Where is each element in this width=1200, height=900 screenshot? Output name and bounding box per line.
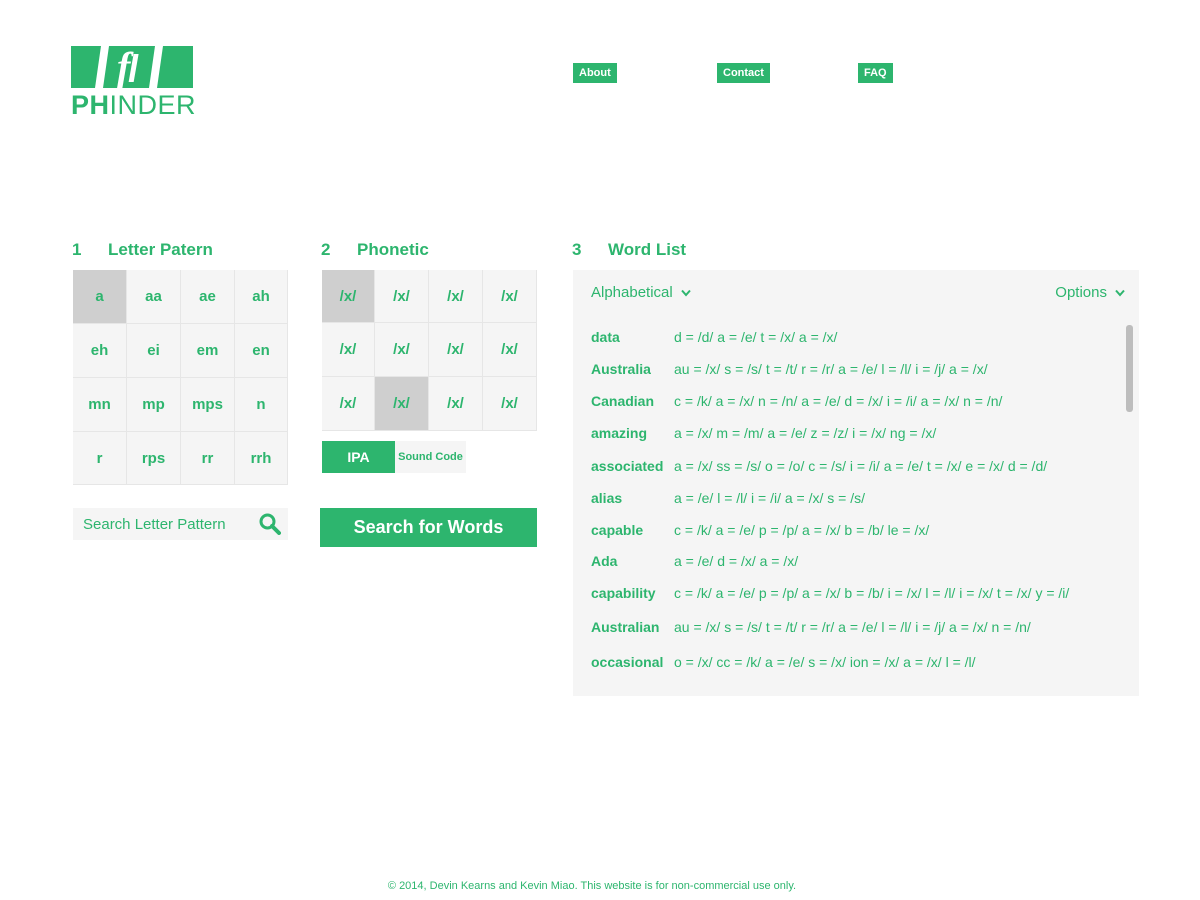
sort-dropdown[interactable]: Alphabetical xyxy=(591,284,691,301)
options-dropdown-label: Options xyxy=(1055,284,1107,301)
letter-pattern-cell[interactable]: en xyxy=(235,324,288,378)
nav-contact-button[interactable]: Contact xyxy=(717,63,770,83)
chevron-down-icon xyxy=(680,289,691,297)
word-name[interactable]: alias xyxy=(591,490,674,506)
word-name[interactable]: Canadian xyxy=(591,393,674,409)
word-name[interactable]: Australian xyxy=(591,619,674,635)
word-list-row[interactable]: occasional o = /x/ cc = /k/ a = /e/ s = /… xyxy=(591,652,976,672)
section-header-word-list: 3 Word List xyxy=(572,240,686,260)
word-name[interactable]: Ada xyxy=(591,553,674,569)
footer-copyright: © 2014, Devin Kearns and Kevin Miao. Thi… xyxy=(387,880,797,892)
nav-about-button[interactable]: About xyxy=(573,63,617,83)
ipa-toggle[interactable]: IPA xyxy=(322,441,395,473)
letter-pattern-search-input[interactable] xyxy=(73,508,253,540)
phonetic-cell[interactable]: /x/ xyxy=(375,270,429,323)
nav-faq-button[interactable]: FAQ xyxy=(858,63,893,83)
letter-pattern-cell[interactable]: a xyxy=(73,270,127,324)
phonetic-mapping: a = /e/ d = /x/ a = /x/ xyxy=(674,553,799,569)
word-list-panel: Alphabetical Options data d = /d/ a = /e/… xyxy=(573,270,1139,696)
letter-pattern-cell[interactable]: rrh xyxy=(235,432,288,485)
section-header-phonetic: 2 Phonetic xyxy=(321,240,429,260)
phonetic-mapping: c = /k/ a = /e/ p = /p/ a = /x/ b = /b/ … xyxy=(674,522,930,538)
phonetic-cell[interactable]: /x/ xyxy=(429,323,483,377)
section-number: 1 xyxy=(72,240,82,259)
phonetic-cell[interactable]: /x/ xyxy=(375,323,429,377)
phonetic-mapping: o = /x/ cc = /k/ a = /e/ s = /x/ ion = /… xyxy=(674,654,976,670)
letter-pattern-cell[interactable]: em xyxy=(181,324,235,378)
word-list-row[interactable]: Australian au = /x/ s = /s/ t = /t/ r = /… xyxy=(591,617,1031,637)
word-list-scrollbar[interactable] xyxy=(1126,325,1133,412)
logo-mark-icon: f xyxy=(71,46,193,88)
phonetic-cell[interactable]: /x/ xyxy=(322,377,375,431)
letter-pattern-cell[interactable]: aa xyxy=(127,270,181,324)
phonetic-mapping: d = /d/ a = /e/ t = /x/ a = /x/ xyxy=(674,329,838,345)
phonetic-cell[interactable]: /x/ xyxy=(483,270,537,323)
word-list-row[interactable]: associated a = /x/ ss = /s/ o = /o/ c = /… xyxy=(591,456,1047,476)
letter-pattern-search xyxy=(73,508,288,540)
phonetic-grid: /x//x//x//x//x//x//x//x//x//x//x//x/ xyxy=(322,270,537,431)
chevron-down-icon xyxy=(1115,289,1125,297)
word-list-row[interactable]: Ada a = /e/ d = /x/ a = /x/ xyxy=(591,551,798,571)
word-name[interactable]: capability xyxy=(591,585,674,601)
phonetic-cell[interactable]: /x/ xyxy=(429,270,483,323)
letter-pattern-cell[interactable]: r xyxy=(73,432,127,485)
word-name[interactable]: data xyxy=(591,329,674,345)
letter-pattern-cell[interactable]: ei xyxy=(127,324,181,378)
phonetic-cell[interactable]: /x/ xyxy=(322,270,375,323)
word-list-row[interactable]: data d = /d/ a = /e/ t = /x/ a = /x/ xyxy=(591,327,837,347)
search-icon[interactable] xyxy=(259,513,281,535)
letter-pattern-cell[interactable]: mp xyxy=(127,378,181,432)
letter-pattern-cell[interactable]: mn xyxy=(73,378,127,432)
section-number: 2 xyxy=(321,240,331,259)
phonetic-mapping: au = /x/ s = /s/ t = /t/ r = /r/ a = /e/… xyxy=(674,619,1031,635)
phonetic-mapping: a = /e/ l = /l/ i = /i/ a = /x/ s = /s/ xyxy=(674,490,866,506)
sound-code-toggle[interactable]: Sound Code xyxy=(395,441,466,473)
section-header-letter-pattern: 1 Letter Patern xyxy=(72,240,213,260)
letter-pattern-cell[interactable]: rr xyxy=(181,432,235,485)
phonetic-mapping: au = /x/ s = /s/ t = /t/ r = /r/ a = /e/… xyxy=(674,361,988,377)
letter-pattern-cell[interactable]: ae xyxy=(181,270,235,324)
section-number: 3 xyxy=(572,240,582,259)
word-list-row[interactable]: capability c = /k/ a = /e/ p = /p/ a = /x… xyxy=(591,583,1069,603)
word-list-row[interactable]: amazing a = /x/ m = /m/ a = /e/ z = /z/ i… xyxy=(591,423,936,443)
word-name[interactable]: amazing xyxy=(591,425,674,441)
word-name[interactable]: capable xyxy=(591,522,674,538)
word-name[interactable]: occasional xyxy=(591,654,674,670)
phonetic-mapping: a = /x/ ss = /s/ o = /o/ c = /s/ i = /i/… xyxy=(674,458,1048,474)
phonetic-mapping: c = /k/ a = /x/ n = /n/ a = /e/ d = /x/ … xyxy=(674,393,1003,409)
word-name[interactable]: Australia xyxy=(591,361,674,377)
phonetic-mapping: c = /k/ a = /e/ p = /p/ a = /x/ b = /b/ … xyxy=(674,585,1070,601)
phonetic-cell[interactable]: /x/ xyxy=(429,377,483,431)
phonetic-cell[interactable]: /x/ xyxy=(483,323,537,377)
phonetic-cell[interactable]: /x/ xyxy=(322,323,375,377)
options-dropdown[interactable]: Options xyxy=(1055,284,1125,301)
section-title: Phonetic xyxy=(357,240,429,259)
sort-dropdown-label: Alphabetical xyxy=(591,284,673,301)
letter-pattern-grid: a aa ae ah eh ei em en mn mp mps n r rps rr rrh xyxy=(73,270,288,485)
letter-pattern-cell[interactable]: ah xyxy=(235,270,288,324)
word-name[interactable]: associated xyxy=(591,458,674,474)
letter-pattern-cell[interactable]: n xyxy=(235,378,288,432)
word-list-row[interactable]: alias a = /e/ l = /l/ i = /i/ a = /x/ s =… xyxy=(591,488,865,508)
search-for-words-button[interactable]: Search for Words xyxy=(320,508,537,547)
letter-pattern-cell[interactable]: eh xyxy=(73,324,127,378)
letter-pattern-cell[interactable]: mps xyxy=(181,378,235,432)
word-list-row[interactable]: capable c = /k/ a = /e/ p = /p/ a = /x/ b… xyxy=(591,520,929,540)
phonetic-cell[interactable]: /x/ xyxy=(483,377,537,431)
section-title: Letter Patern xyxy=(108,240,213,259)
phonetic-cell[interactable]: /x/ xyxy=(375,377,429,431)
phonetic-mapping: a = /x/ m = /m/ a = /e/ z = /z/ i = /x/ … xyxy=(674,425,937,441)
word-list-row[interactable]: Australia au = /x/ s = /s/ t = /t/ r = /r… xyxy=(591,359,988,379)
letter-pattern-cell[interactable]: rps xyxy=(127,432,181,485)
logo-wordmark-bold: PH xyxy=(71,90,110,120)
section-title: Word List xyxy=(608,240,687,259)
phinder-logo[interactable]: f PHINDER xyxy=(71,46,196,122)
logo-wordmark-rest: INDER xyxy=(109,90,197,120)
logo-wordmark: PHINDER xyxy=(71,90,196,120)
word-list-row[interactable]: Canadian c = /k/ a = /x/ n = /n/ a = /e/ … xyxy=(591,391,1002,411)
